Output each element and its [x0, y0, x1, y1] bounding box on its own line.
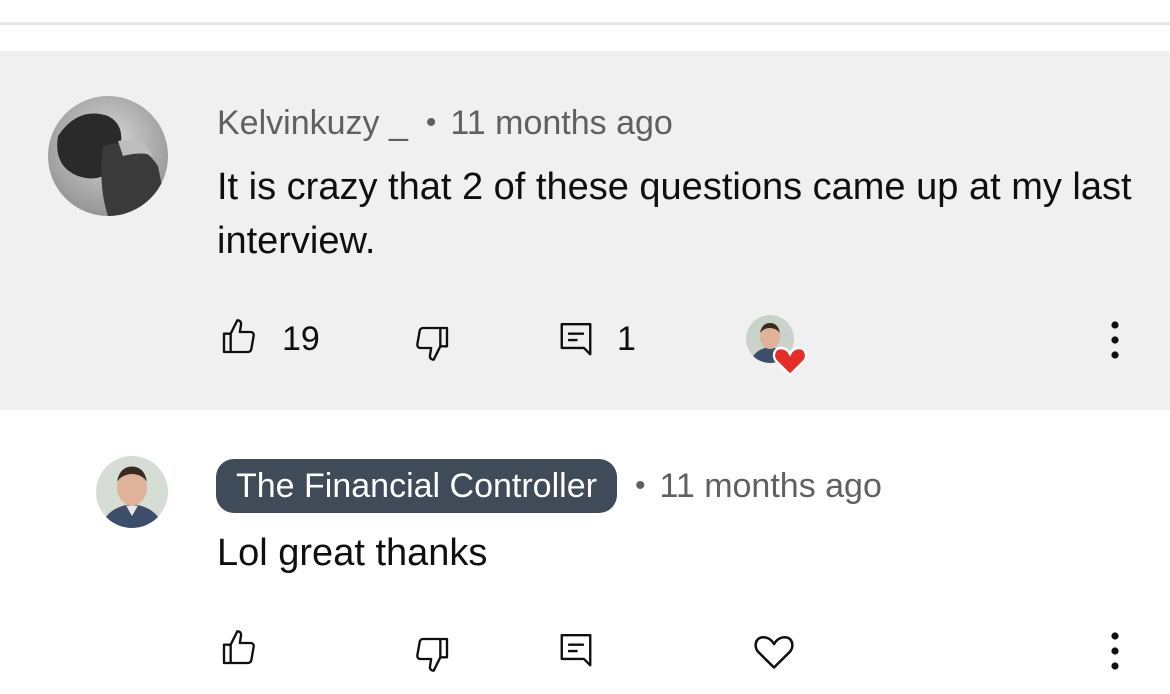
comment-reply: The Financial Controller • 11 months ago… [0, 410, 1170, 694]
thumbs-down-icon[interactable] [412, 323, 452, 363]
heart-icon[interactable] [752, 630, 796, 672]
commenter-avatar[interactable] [48, 96, 168, 216]
author-name[interactable]: Kelvinkuzy _ [217, 104, 408, 143]
timestamp[interactable]: 11 months ago [659, 467, 881, 506]
more-vertical-icon[interactable] [1109, 631, 1121, 671]
meta-separator: • [634, 469, 646, 502]
like-count: 19 [282, 320, 320, 358]
comment-meta: Kelvinkuzy _ • 11 months ago [217, 101, 673, 145]
channel-owner-avatar[interactable] [96, 456, 168, 528]
more-vertical-icon[interactable] [1109, 320, 1121, 360]
comment-text: It is crazy that 2 of these questions ca… [217, 166, 1132, 262]
comment-highlighted: Kelvinkuzy _ • 11 months ago It is crazy… [0, 51, 1170, 410]
reply-count[interactable]: 1 [617, 319, 636, 359]
creator-heart-badge [746, 315, 810, 379]
thumbs-down-icon[interactable] [412, 634, 452, 674]
reply-icon[interactable] [557, 319, 595, 361]
heart-icon [772, 346, 808, 377]
reply-text: Lol great thanks [217, 532, 488, 574]
thumbs-up-icon[interactable] [219, 628, 259, 668]
top-divider [0, 22, 1170, 25]
timestamp[interactable]: 11 months ago [450, 104, 672, 143]
reply-icon[interactable] [557, 630, 595, 672]
channel-owner-chip[interactable]: The Financial Controller [216, 459, 617, 513]
reply-meta: The Financial Controller • 11 months ago [216, 459, 882, 513]
thumbs-up-icon[interactable] [219, 317, 259, 357]
meta-separator: • [425, 106, 437, 139]
